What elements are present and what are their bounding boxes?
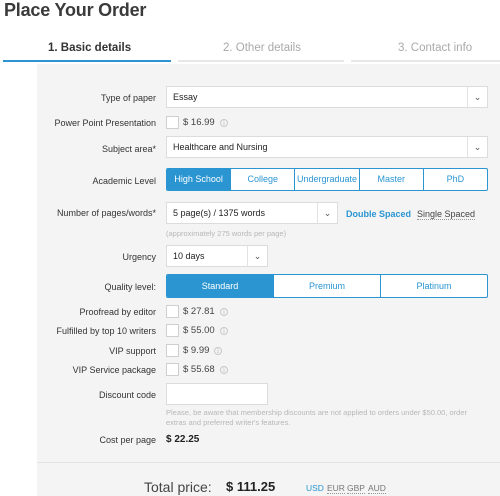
currency-gbp[interactable]: GBP <box>347 483 365 494</box>
subject-area-select[interactable]: Healthcare and Nursing ⌄ <box>166 136 488 158</box>
total-price-value: $ 111.25 <box>226 479 276 494</box>
currency-aud[interactable]: AUD <box>368 483 386 494</box>
currency-usd[interactable]: USD <box>306 483 324 493</box>
subject-area-value: Healthcare and Nursing <box>173 142 268 152</box>
pages-hint: (approximately 275 words per page) <box>166 229 287 238</box>
chevron-down-icon: ⌄ <box>247 246 267 266</box>
cost-per-page-label: Cost per page <box>99 435 156 445</box>
extra-label: VIP Service package <box>72 365 156 375</box>
type-of-paper-label: Type of paper <box>100 93 156 103</box>
discount-code-input[interactable] <box>166 383 268 405</box>
powerpoint-checkbox[interactable] <box>166 116 179 129</box>
quality-premium[interactable]: Premium <box>273 275 380 297</box>
vip-package-checkbox[interactable] <box>166 363 179 376</box>
step-underline <box>351 60 500 62</box>
quality-level-label: Quality level: <box>104 282 156 292</box>
urgency-value: 10 days <box>173 251 205 261</box>
order-steps: 1. Basic details 2. Other details 3. Con… <box>0 42 500 64</box>
extra-label: Proofread by editor <box>79 307 156 317</box>
extra-label: VIP support <box>109 346 156 356</box>
subject-area-label: Subject area* <box>101 144 156 154</box>
vip-support-checkbox[interactable] <box>166 344 179 357</box>
quality-platinum[interactable]: Platinum <box>380 275 487 297</box>
step-underline <box>178 60 344 62</box>
chevron-down-icon: ⌄ <box>467 137 487 157</box>
info-icon[interactable]: i <box>220 327 228 335</box>
page-title: Place Your Order <box>4 0 147 20</box>
pages-select[interactable]: 5 page(s) / 1375 words ⌄ <box>166 202 338 224</box>
type-of-paper-value: Essay <box>173 92 198 102</box>
info-icon[interactable]: i <box>220 308 228 316</box>
powerpoint-label: Power Point Presentation <box>54 118 156 128</box>
step-basic-details[interactable]: 1. Basic details <box>48 42 131 54</box>
total-price-label: Total price: <box>144 479 212 495</box>
quality-level-segmented: Standard Premium Platinum <box>166 274 488 298</box>
extra-price: $ 27.81 <box>183 306 215 317</box>
discount-hint: Please, be aware that membership discoun… <box>166 408 496 428</box>
step-contact-info[interactable]: 3. Contact info <box>398 42 472 54</box>
academic-level-master[interactable]: Master <box>358 169 423 190</box>
cost-per-page-value: $ 22.25 <box>166 434 200 445</box>
info-icon[interactable]: i <box>220 119 228 127</box>
divider <box>37 462 500 463</box>
info-icon[interactable]: i <box>220 366 228 374</box>
extra-label: Fulfilled by top 10 writers <box>56 326 156 336</box>
single-spaced-option[interactable]: Single Spaced <box>417 209 476 220</box>
extra-price: $ 55.00 <box>183 325 215 336</box>
chevron-down-icon: ⌄ <box>467 87 487 107</box>
extra-price: $ 9.99 <box>183 345 210 356</box>
discount-code-label: Discount code <box>98 390 156 400</box>
pages-label: Number of pages/words* <box>56 208 156 218</box>
discount-hint-line: Please, be aware that membership discoun… <box>166 408 468 417</box>
type-of-paper-select[interactable]: Essay ⌄ <box>166 86 488 108</box>
info-icon[interactable]: i <box>214 347 222 355</box>
academic-level-high-school[interactable]: High School <box>167 169 231 190</box>
top-writers-checkbox[interactable] <box>166 324 179 337</box>
currency-eur[interactable]: EUR <box>327 483 345 494</box>
chevron-down-icon: ⌄ <box>317 203 337 223</box>
double-spaced-option[interactable]: Double Spaced <box>346 209 411 219</box>
step-active-underline <box>3 60 171 62</box>
proofread-checkbox[interactable] <box>166 305 179 318</box>
quality-standard[interactable]: Standard <box>167 275 273 297</box>
urgency-select[interactable]: 10 days ⌄ <box>166 245 268 267</box>
discount-hint-line: extras and preferred writer's features. <box>166 418 291 427</box>
academic-level-college[interactable]: College <box>230 169 294 190</box>
step-other-details[interactable]: 2. Other details <box>223 42 301 54</box>
urgency-label: Urgency <box>122 252 156 262</box>
extra-price: $ 55.68 <box>183 364 215 375</box>
academic-level-label: Academic Level <box>92 176 156 186</box>
pages-value: 5 page(s) / 1375 words <box>173 208 266 218</box>
academic-level-segmented: High School College Undergraduate Master… <box>166 168 488 191</box>
academic-level-undergraduate[interactable]: Undergraduate <box>294 169 358 190</box>
powerpoint-price: $ 16.99 <box>183 117 215 128</box>
academic-level-phd[interactable]: PhD <box>422 169 487 190</box>
